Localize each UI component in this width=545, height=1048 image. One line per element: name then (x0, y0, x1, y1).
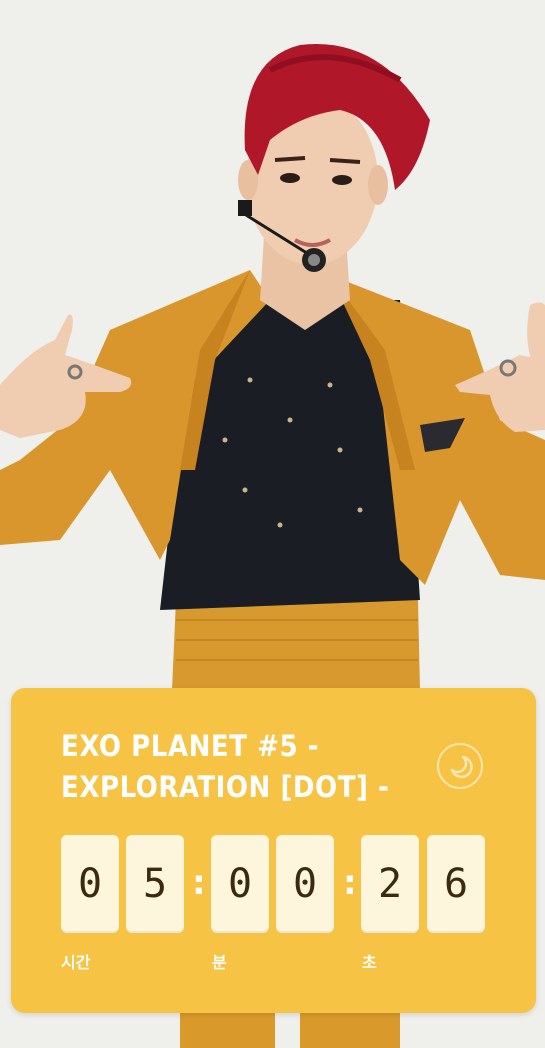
minutes-label: 분 (212, 953, 227, 972)
countdown-digits: 0 5 : 0 0 : 2 6 (61, 835, 491, 933)
moon-circle-icon (450, 755, 473, 779)
hours-minutes-separator: : (192, 863, 206, 903)
minutes-tens-digit: 0 (211, 835, 269, 933)
event-title-line1: EXO PLANET #5 - (61, 729, 320, 763)
seconds-ones-digit: 6 (427, 835, 485, 933)
minutes-seconds-separator: : (343, 863, 357, 903)
countdown-card[interactable]: EXO PLANET #5 - EXPLORATION [DOT] - 0 5 … (11, 688, 536, 1013)
seconds-tens-digit: 2 (361, 835, 419, 933)
seconds-label: 초 (362, 953, 377, 972)
hours-tens-digit: 0 (61, 835, 119, 933)
minutes-ones-digit: 0 (276, 835, 334, 933)
hours-label: 시간 (61, 953, 91, 972)
reminder-button[interactable] (437, 743, 483, 789)
event-title: EXO PLANET #5 - EXPLORATION [DOT] - (61, 726, 421, 808)
hours-ones-digit: 5 (126, 835, 184, 933)
event-title-line2: EXPLORATION [DOT] - (61, 770, 390, 804)
